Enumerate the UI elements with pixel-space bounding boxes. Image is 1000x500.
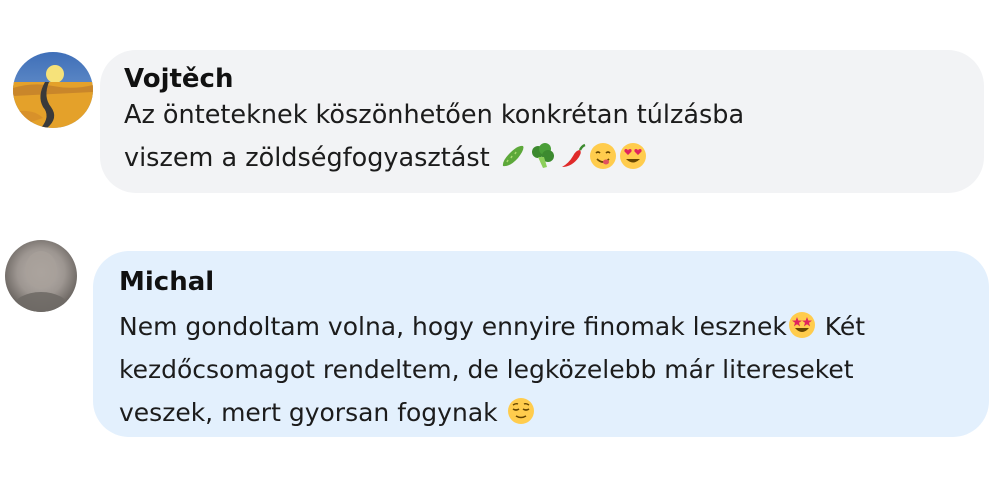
comment-bubble: Vojtěch Az önteteknek köszönhetően konkr… <box>100 50 984 193</box>
comment-text-line: Két <box>824 312 866 341</box>
heart-eyes-face-icon <box>618 141 648 171</box>
comment-text-line: Az önteteknek köszönhetően konkrétan túl… <box>124 100 745 130</box>
comment-text-line: kezdőcsomagot rendeltem, de legközelebb … <box>119 355 854 384</box>
comment-text: Az önteteknek köszönhetően konkrétan túl… <box>124 94 960 180</box>
comment-bubble: Michal Nem gondoltam volna, hogy ennyire… <box>93 251 989 437</box>
comment-text-line: viszem a zöldségfogyasztást <box>124 143 490 173</box>
star-struck-face-icon <box>787 310 817 340</box>
comment-text-line: Nem gondoltam volna, hogy ennyire finoma… <box>119 312 787 341</box>
comment-author[interactable]: Michal <box>119 267 963 297</box>
yum-face-icon <box>588 141 618 171</box>
comment-text: Nem gondoltam volna, hogy ennyire finoma… <box>119 305 963 434</box>
comment-author[interactable]: Vojtěch <box>124 64 960 94</box>
avatar[interactable] <box>13 52 93 128</box>
avatar-blurred-image <box>5 240 77 312</box>
comment-text-line: veszek, mert gyorsan fogynak <box>119 398 498 427</box>
hot-pepper-icon <box>558 141 588 171</box>
broccoli-icon <box>528 141 558 171</box>
avatar[interactable] <box>5 240 77 312</box>
relieved-face-icon <box>506 396 536 426</box>
avatar-landscape-image <box>13 52 93 128</box>
comments-section: Vojtěch Az önteteknek köszönhetően konkr… <box>0 0 1000 500</box>
cucumber-icon <box>498 141 528 171</box>
